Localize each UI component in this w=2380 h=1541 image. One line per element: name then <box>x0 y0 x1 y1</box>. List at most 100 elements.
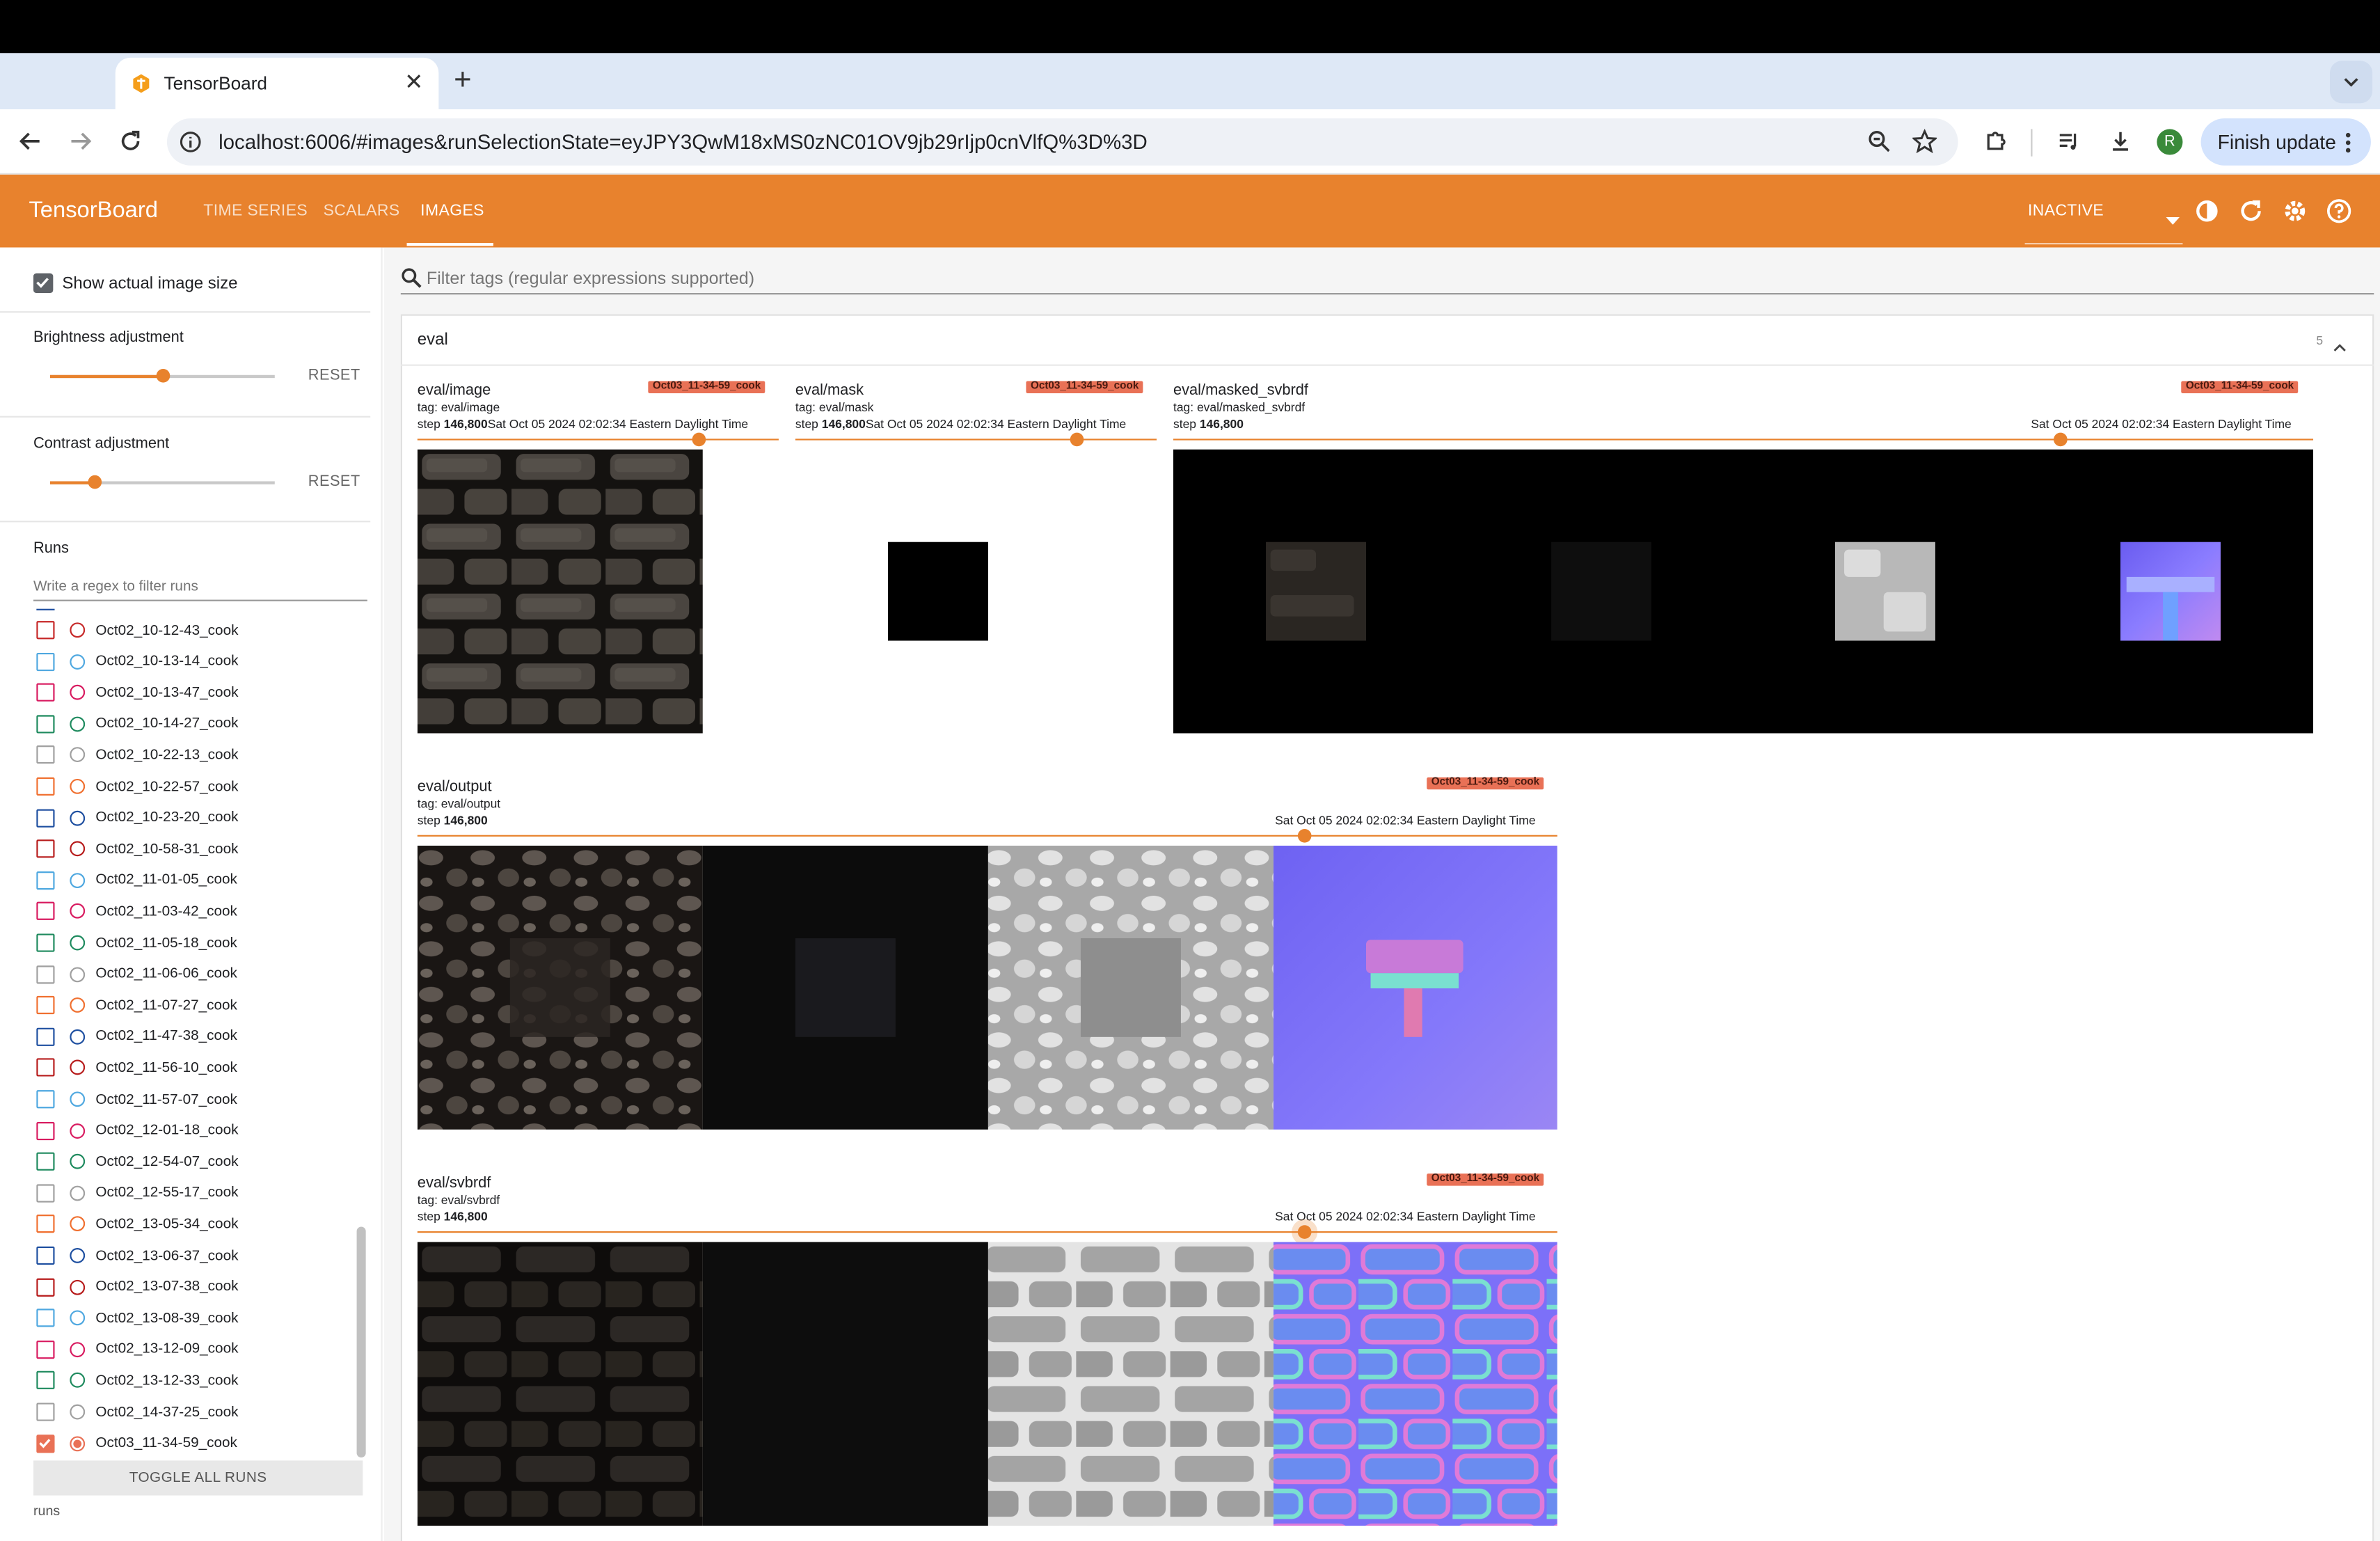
run-checkbox[interactable] <box>36 871 55 890</box>
tab-search-icon[interactable] <box>2330 61 2373 104</box>
run-color-swatch[interactable] <box>70 966 86 982</box>
run-checkbox[interactable] <box>36 745 55 765</box>
run-checkbox[interactable] <box>36 1027 55 1046</box>
run-row[interactable]: Oct02_13-12-09_cook <box>36 1334 355 1365</box>
run-color-swatch[interactable] <box>70 1248 86 1263</box>
run-row[interactable]: Oct02_10-12-43_cook <box>36 615 355 645</box>
browser-tab[interactable]: TensorBoard ✕ <box>115 57 439 110</box>
run-color-swatch[interactable] <box>70 809 86 825</box>
tab-images[interactable]: IMAGES <box>420 202 484 220</box>
run-color-swatch[interactable] <box>70 1091 86 1107</box>
run-color-swatch[interactable] <box>70 1060 86 1076</box>
tag-group-header[interactable] <box>400 315 2374 366</box>
run-row[interactable]: Oct02_11-57-07_cook <box>36 1084 355 1114</box>
run-checkbox[interactable] <box>36 839 55 858</box>
run-checkbox[interactable] <box>36 1340 55 1359</box>
run-color-swatch[interactable] <box>70 716 86 732</box>
run-checkbox[interactable] <box>36 1434 55 1453</box>
run-checkbox[interactable] <box>36 1371 55 1390</box>
run-color-swatch[interactable] <box>70 778 86 794</box>
run-color-swatch[interactable] <box>70 903 86 919</box>
run-color-swatch[interactable] <box>70 841 86 857</box>
tab-time-series[interactable]: TIME SERIES <box>203 202 308 220</box>
forward-icon[interactable] <box>61 122 100 161</box>
step-slider-masked-svbrdf[interactable] <box>1173 438 2314 441</box>
run-checkbox[interactable] <box>36 808 55 827</box>
collapse-chevron-icon[interactable] <box>2333 333 2347 360</box>
url-text[interactable]: localhost:6006/#images&runSelectionState… <box>219 131 1148 154</box>
run-checkbox[interactable] <box>36 1183 55 1203</box>
run-row[interactable]: Oct02_11-47-38_cook <box>36 1022 355 1052</box>
run-row[interactable]: Oct02_10-14-27_cook <box>36 709 355 739</box>
run-color-swatch[interactable] <box>70 1154 86 1169</box>
run-row[interactable]: Oct02_11-06-06_cook <box>36 959 355 990</box>
run-row[interactable]: Oct02_10-22-13_cook <box>36 740 355 770</box>
run-row[interactable]: Oct02_12-55-17_cook <box>36 1178 355 1208</box>
run-row[interactable]: Oct02_11-05-18_cook <box>36 928 355 958</box>
run-checkbox[interactable] <box>36 1153 55 1171</box>
run-checkbox[interactable] <box>36 996 55 1015</box>
run-checkbox[interactable] <box>36 621 55 640</box>
run-checkbox[interactable] <box>36 714 55 734</box>
tab-scalars[interactable]: SCALARS <box>324 202 400 220</box>
downloads-icon[interactable] <box>2104 125 2137 158</box>
run-row[interactable]: Oct02_13-07-38_cook <box>36 1272 355 1302</box>
step-slider-thumb-output[interactable] <box>1297 828 1312 843</box>
step-slider-svbrdf[interactable] <box>417 1231 1557 1233</box>
run-row[interactable]: Oct02_11-03-42_cook <box>36 896 355 927</box>
run-checkbox[interactable] <box>36 933 55 952</box>
profile-avatar[interactable]: R <box>2157 129 2183 155</box>
settings-gear-icon[interactable] <box>2281 198 2308 225</box>
run-color-swatch[interactable] <box>70 1373 86 1389</box>
run-checkbox[interactable] <box>36 902 55 921</box>
run-color-swatch[interactable] <box>70 997 86 1013</box>
run-color-swatch[interactable] <box>70 1341 86 1357</box>
theme-toggle-icon[interactable] <box>2193 198 2221 225</box>
run-row[interactable]: Oct02_13-05-34_cook <box>36 1209 355 1240</box>
refresh-icon[interactable] <box>2237 198 2264 225</box>
inactive-plugins-dropdown[interactable]: INACTIVE <box>2028 202 2104 220</box>
run-checkbox[interactable] <box>36 683 55 702</box>
close-tab-icon[interactable]: ✕ <box>404 72 423 95</box>
step-slider-image[interactable] <box>417 438 779 441</box>
run-color-swatch[interactable] <box>70 872 86 888</box>
step-slider-output[interactable] <box>417 835 1557 837</box>
run-checkbox[interactable] <box>36 965 55 983</box>
run-row[interactable]: Oct02_10-58-31_cook <box>36 834 355 864</box>
contrast-reset-button[interactable]: RESET <box>308 474 360 491</box>
run-checkbox[interactable] <box>36 1309 55 1327</box>
run-color-swatch[interactable] <box>70 1435 86 1451</box>
back-icon[interactable] <box>10 122 50 161</box>
run-color-swatch[interactable] <box>70 1404 86 1420</box>
run-checkbox[interactable] <box>36 1215 55 1234</box>
runs-filter-input[interactable] <box>33 574 367 601</box>
run-row[interactable]: Oct02_10-23-20_cook <box>36 803 355 833</box>
run-row[interactable]: Oct03_11-34-59_cook <box>36 1428 355 1459</box>
runs-scrollbar[interactable] <box>356 1226 366 1458</box>
run-checkbox[interactable] <box>36 1090 55 1109</box>
step-slider-thumb-mask[interactable] <box>1070 432 1084 447</box>
run-checkbox[interactable] <box>36 652 55 671</box>
dropdown-arrow-icon[interactable] <box>2166 207 2180 234</box>
run-color-swatch[interactable] <box>70 685 86 700</box>
run-color-swatch[interactable] <box>70 1279 86 1295</box>
run-row[interactable]: Oct02_13-06-37_cook <box>36 1240 355 1271</box>
run-row[interactable]: Oct02_12-54-07_cook <box>36 1146 355 1177</box>
run-color-swatch[interactable] <box>70 654 86 670</box>
tag-filter-input[interactable] <box>426 267 2370 292</box>
new-tab-icon[interactable]: + <box>454 64 471 97</box>
browser-menu-icon[interactable] <box>2344 131 2353 163</box>
media-controls-icon[interactable] <box>2052 125 2086 158</box>
run-checkbox[interactable] <box>36 1059 55 1077</box>
run-row[interactable]: Oct02_11-56-10_cook <box>36 1052 355 1083</box>
run-color-swatch[interactable] <box>70 1029 86 1045</box>
run-checkbox[interactable] <box>36 1402 55 1421</box>
run-color-swatch[interactable] <box>70 1185 86 1201</box>
step-slider-thumb-svbrdf[interactable] <box>1297 1225 1312 1239</box>
step-slider-thumb-image[interactable] <box>692 432 706 447</box>
run-row[interactable]: Oct02_12-01-18_cook <box>36 1115 355 1146</box>
toggle-all-runs-button[interactable]: TOGGLE ALL RUNS <box>33 1460 363 1496</box>
run-color-swatch[interactable] <box>70 748 86 763</box>
brightness-slider-thumb[interactable] <box>155 369 170 383</box>
run-checkbox[interactable] <box>36 777 55 796</box>
